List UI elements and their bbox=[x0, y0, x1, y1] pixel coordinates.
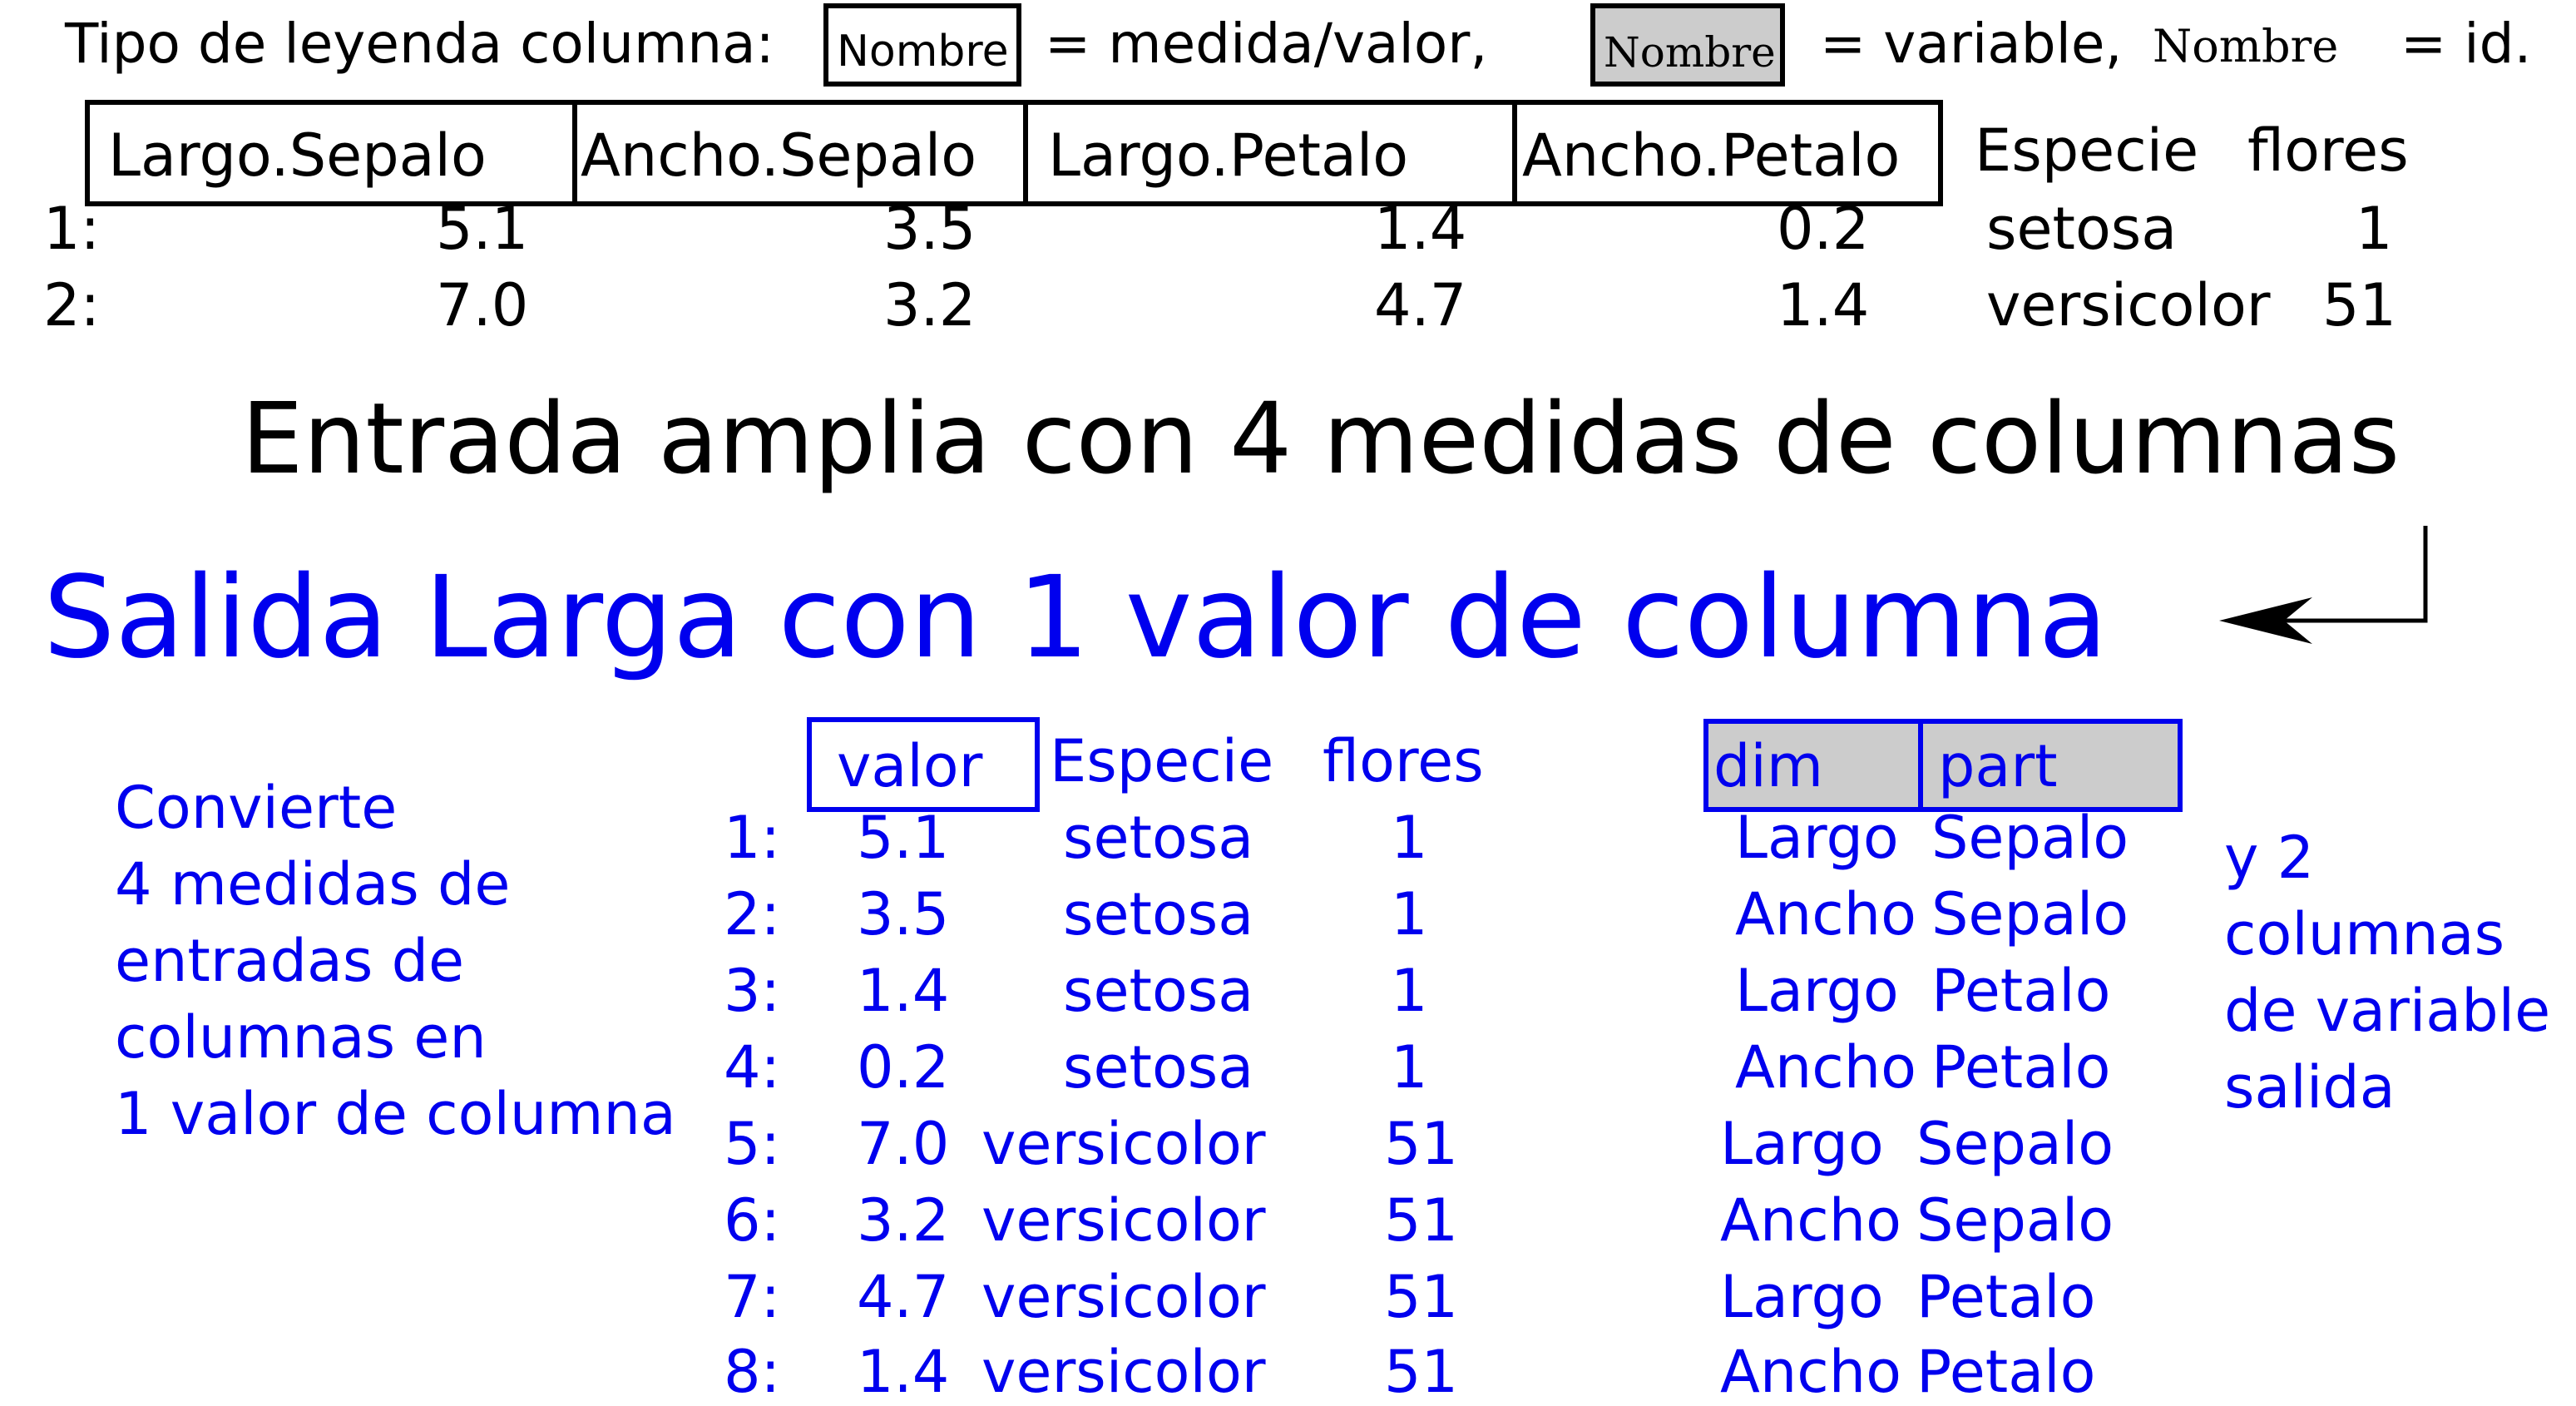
right-note-line: de variable bbox=[2224, 977, 2551, 1045]
long-cell-valor: 0.2 bbox=[857, 1033, 950, 1102]
long-cell-especie: versicolor bbox=[981, 1338, 1266, 1406]
long-row-index: 8: bbox=[724, 1338, 781, 1406]
long-header-label: valor bbox=[837, 732, 983, 800]
long-row-index: 5: bbox=[724, 1110, 781, 1178]
long-cell-flores: 51 bbox=[1384, 1263, 1459, 1331]
long-cell-valor: 4.7 bbox=[857, 1263, 950, 1331]
long-cell-flores: 1 bbox=[1391, 957, 1428, 1025]
long-cell-part: Petalo bbox=[1931, 957, 2111, 1025]
long-cell-especie: versicolor bbox=[981, 1186, 1266, 1255]
left-note-line: Convierte bbox=[115, 774, 398, 842]
long-cell-especie: versicolor bbox=[981, 1263, 1266, 1331]
long-cell-part: Petalo bbox=[1916, 1338, 2096, 1406]
long-cell-flores: 1 bbox=[1391, 1033, 1428, 1102]
long-cell-dim: Largo bbox=[1735, 804, 1899, 872]
long-cell-flores: 51 bbox=[1384, 1338, 1459, 1406]
long-cell-valor: 3.2 bbox=[857, 1186, 950, 1255]
long-cell-especie: setosa bbox=[1063, 1033, 1254, 1102]
long-cell-part: Sepalo bbox=[1916, 1110, 2114, 1178]
long-cell-part: Sepalo bbox=[1931, 880, 2129, 948]
long-cell-especie: setosa bbox=[1063, 880, 1254, 948]
long-cell-flores: 51 bbox=[1384, 1186, 1459, 1255]
long-row-index: 6: bbox=[724, 1186, 781, 1255]
long-header-label: dim bbox=[1713, 732, 1824, 800]
long-cell-part: Sepalo bbox=[1931, 804, 2129, 872]
long-cell-valor: 1.4 bbox=[857, 957, 950, 1025]
long-cell-valor: 7.0 bbox=[857, 1110, 950, 1178]
long-cell-dim: Largo bbox=[1735, 957, 1899, 1025]
left-note-line: 4 medidas de bbox=[115, 850, 511, 918]
left-note-line: entradas de bbox=[115, 927, 465, 995]
long-cell-dim: Largo bbox=[1720, 1263, 1884, 1331]
long-cell-dim: Largo bbox=[1720, 1110, 1884, 1178]
long-header-especie: Especie bbox=[1050, 727, 1274, 795]
long-cell-dim: Ancho bbox=[1720, 1186, 1901, 1255]
right-note-line: salida bbox=[2224, 1053, 2396, 1121]
right-note-line: y 2 bbox=[2224, 824, 2315, 892]
long-cell-especie: versicolor bbox=[981, 1110, 1266, 1178]
long-row-index: 7: bbox=[724, 1263, 781, 1331]
long-header-part: part bbox=[1918, 719, 2183, 812]
long-cell-part: Sepalo bbox=[1916, 1186, 2114, 1255]
long-row-index: 1: bbox=[724, 804, 781, 872]
long-cell-dim: Ancho bbox=[1735, 880, 1916, 948]
long-cell-valor: 3.5 bbox=[857, 880, 950, 948]
left-note-line: columnas en bbox=[115, 1003, 487, 1072]
long-row-index: 4: bbox=[724, 1033, 781, 1102]
long-header-label: part bbox=[1938, 732, 2058, 800]
long-cell-especie: setosa bbox=[1063, 804, 1254, 872]
long-cell-part: Petalo bbox=[1916, 1263, 2096, 1331]
long-header-dim: dim bbox=[1703, 719, 1928, 812]
long-cell-flores: 51 bbox=[1384, 1110, 1459, 1178]
left-note-line: 1 valor de columna bbox=[115, 1080, 676, 1148]
long-row-index: 2: bbox=[724, 880, 781, 948]
long-cell-valor: 1.4 bbox=[857, 1338, 950, 1406]
long-header-flores: flores bbox=[1323, 727, 1484, 795]
long-cell-flores: 1 bbox=[1391, 804, 1428, 872]
long-cell-dim: Ancho bbox=[1720, 1338, 1901, 1406]
arrow-connector bbox=[2219, 526, 2428, 644]
long-cell-part: Petalo bbox=[1931, 1033, 2111, 1102]
long-cell-dim: Ancho bbox=[1735, 1033, 1916, 1102]
long-header-valor: valor bbox=[807, 717, 1040, 812]
long-cell-flores: 1 bbox=[1391, 880, 1428, 948]
long-row-index: 3: bbox=[724, 957, 781, 1025]
long-cell-valor: 5.1 bbox=[857, 804, 950, 872]
right-note-line: columnas bbox=[2224, 900, 2505, 968]
long-cell-especie: setosa bbox=[1063, 957, 1254, 1025]
